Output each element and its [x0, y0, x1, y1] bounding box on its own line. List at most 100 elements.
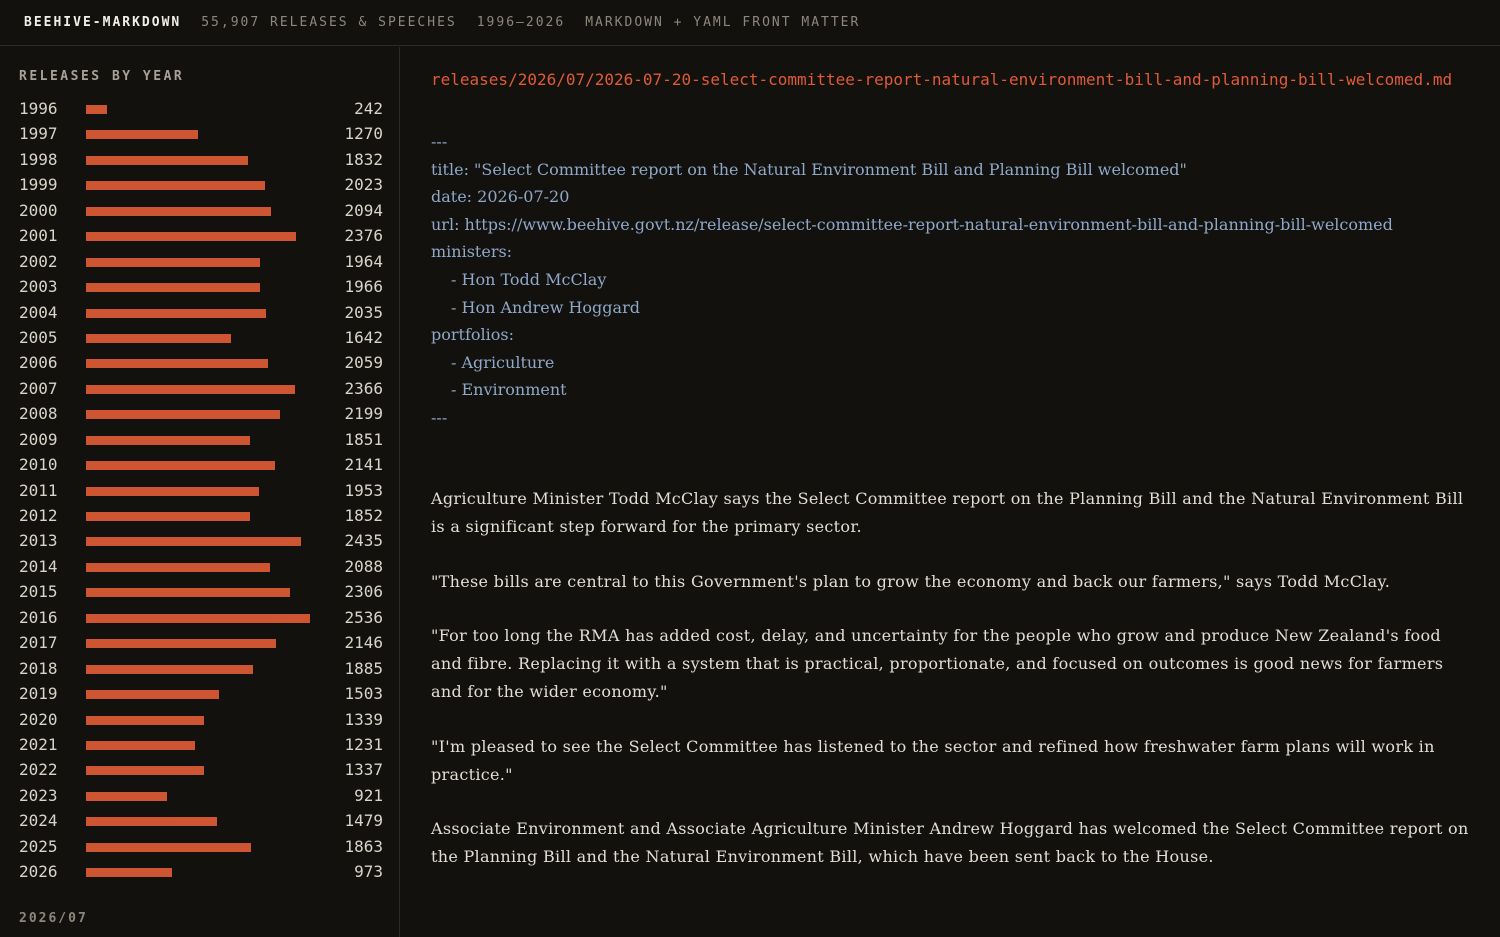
year-count: 1642	[344, 327, 383, 347]
year-row[interactable]: 2026 973	[19, 860, 383, 885]
year-row[interactable]: 2024 1479	[19, 809, 383, 834]
year-bar	[86, 308, 266, 318]
year-bar	[86, 333, 231, 343]
yaml-open-delimiter: ---	[431, 132, 448, 151]
year-bar	[86, 105, 108, 114]
year-row[interactable]: 2013 2435	[19, 529, 383, 554]
year-count: 1337	[344, 760, 383, 780]
year-bar	[86, 740, 195, 750]
year-row[interactable]: 2014 2088	[19, 555, 383, 580]
year-count: 1966	[344, 277, 383, 297]
year-row[interactable]: 2023 921	[19, 784, 383, 809]
yaml-minister-item: - Hon Todd McClay	[451, 269, 607, 289]
year-row[interactable]: 2003 1966	[19, 275, 383, 300]
year-row[interactable]: 2016 2536	[19, 606, 383, 631]
year-count: 1851	[344, 429, 383, 449]
year-list: 1996 242 1997 1270 1998 1832 1999 2023 2000 2094 2…	[19, 97, 383, 886]
year-bar	[86, 155, 248, 165]
year-label: 2000	[19, 200, 58, 220]
year-label: 2015	[19, 582, 58, 602]
year-bar	[86, 715, 205, 725]
year-row[interactable]: 2011 1953	[19, 479, 383, 504]
year-bar	[86, 639, 276, 649]
year-count: 2146	[344, 633, 383, 653]
top-bar: BEEHIVE-MARKDOWN 55,907 RELEASES & SPEEC…	[0, 0, 1500, 46]
year-count: 1231	[344, 734, 383, 754]
year-count: 2376	[344, 226, 383, 246]
year-count: 2199	[344, 404, 383, 424]
app-title: BEEHIVE-MARKDOWN	[24, 15, 182, 30]
year-row[interactable]: 2000 2094	[19, 199, 383, 224]
body-paragraph: "For too long the RMA has added cost, de…	[431, 626, 1444, 701]
year-count: 1863	[344, 836, 383, 856]
body-paragraph: "These bills are central to this Governm…	[431, 571, 1391, 591]
body-paragraph: Agriculture Minister Todd McClay says th…	[431, 489, 1464, 536]
year-row[interactable]: 2015 2306	[19, 580, 383, 605]
year-bar	[86, 359, 268, 369]
year-label: 2017	[19, 633, 58, 653]
year-label: 2018	[19, 658, 58, 678]
year-row[interactable]: 2005 1642	[19, 326, 383, 351]
yaml-portfolios-key: portfolios:	[431, 325, 514, 345]
year-row[interactable]: 2017 2146	[19, 631, 383, 656]
year-bar	[86, 664, 253, 674]
year-bar	[86, 817, 217, 827]
year-count: 2536	[344, 607, 383, 627]
year-label: 2024	[19, 811, 58, 831]
year-count: 2035	[344, 302, 383, 322]
year-row[interactable]: 2021 1231	[19, 733, 383, 758]
year-bar	[86, 537, 302, 547]
year-row[interactable]: 2018 1885	[19, 657, 383, 682]
year-row[interactable]: 1999 2023	[19, 173, 383, 198]
year-row[interactable]: 2009 1851	[19, 428, 383, 453]
year-label: 2013	[19, 531, 58, 551]
year-row[interactable]: 2025 1863	[19, 835, 383, 860]
year-row[interactable]: 2010 2141	[19, 453, 383, 478]
year-row[interactable]: 2004 2035	[19, 301, 383, 326]
file-path: releases/2026/07/2026-07-20-select-commi…	[431, 70, 1453, 89]
year-count: 2059	[344, 353, 383, 373]
year-row[interactable]: 2019 1503	[19, 682, 383, 707]
year-bar	[86, 766, 205, 776]
year-row[interactable]: 2022 1337	[19, 758, 383, 783]
year-row[interactable]: 2020 1339	[19, 708, 383, 733]
year-count: 1479	[344, 811, 383, 831]
year-bar	[86, 562, 271, 572]
year-label: 2008	[19, 404, 58, 424]
year-label: 2001	[19, 226, 58, 246]
year-bar	[86, 181, 265, 191]
year-row[interactable]: 1997 1270	[19, 122, 383, 147]
year-count: 1503	[344, 684, 383, 704]
body-paragraph: Associate Environment and Associate Agri…	[431, 819, 1469, 867]
year-label: 2026	[19, 862, 58, 882]
yaml-minister-item: - Hon Andrew Hoggard	[451, 297, 640, 317]
year-bar	[86, 588, 290, 598]
year-row[interactable]: 2008 2199	[19, 402, 383, 427]
year-bar	[86, 435, 250, 445]
year-row[interactable]: 2001 2376	[19, 224, 383, 249]
year-count: 2141	[344, 455, 383, 475]
year-range: 1996–2026	[476, 15, 566, 30]
year-bar	[86, 690, 219, 700]
year-label: 2005	[19, 327, 58, 347]
year-row[interactable]: 2006 2059	[19, 351, 383, 376]
year-count: 2094	[344, 200, 383, 220]
year-row[interactable]: 1998 1832	[19, 148, 383, 173]
yaml-title: title: "Select Committee report on the N…	[431, 159, 1187, 179]
yaml-close-delimiter: ---	[431, 407, 448, 427]
year-label: 2006	[19, 353, 58, 373]
year-label: 2016	[19, 607, 58, 627]
year-row[interactable]: 2007 2366	[19, 377, 383, 402]
year-label: 2025	[19, 836, 58, 856]
year-row[interactable]: 2002 1964	[19, 250, 383, 275]
year-bar	[86, 257, 260, 267]
year-row[interactable]: 1996 242	[19, 97, 383, 122]
year-row[interactable]: 2012 1852	[19, 504, 383, 529]
year-bar	[86, 486, 259, 496]
year-label: 1996	[19, 99, 58, 118]
year-count: 973	[354, 862, 383, 882]
sidebar: RELEASES BY YEAR 1996 242 1997 1270 1998 1832…	[0, 47, 400, 937]
year-label: 2020	[19, 709, 58, 729]
year-count: 2306	[344, 582, 383, 602]
year-bar	[86, 410, 281, 420]
